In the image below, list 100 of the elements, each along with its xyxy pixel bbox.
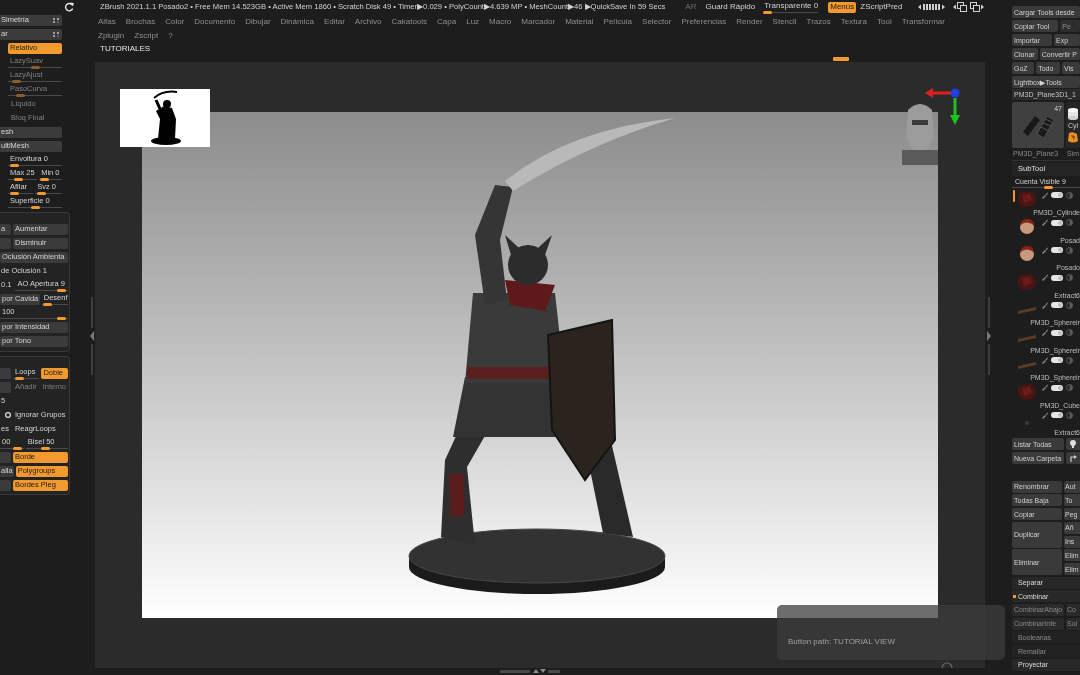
arc-icon[interactable] [941, 662, 953, 668]
slider-thumb[interactable] [40, 446, 50, 450]
half-circle-icon[interactable] [1066, 191, 1073, 199]
menu-item[interactable]: Dinámica [280, 17, 314, 26]
menu-item[interactable]: Textura [840, 17, 867, 26]
slider-thumb[interactable] [43, 302, 53, 306]
visibility-toggle[interactable] [1051, 384, 1063, 391]
bars-right-arrow-icon[interactable] [932, 4, 946, 10]
menus-toggle[interactable]: Menús [828, 1, 857, 13]
slider-track[interactable] [41, 302, 68, 306]
half-circle-icon[interactable] [1066, 274, 1073, 281]
slider-track[interactable] [15, 288, 68, 292]
quick-save-button[interactable]: Guard Rápido [705, 3, 756, 11]
subtool-thumbnail[interactable] [1016, 190, 1038, 207]
slider-track[interactable] [13, 376, 40, 380]
stacked-windows-left-icon[interactable] [953, 2, 968, 12]
stacked-windows-right-icon[interactable] [970, 2, 985, 12]
half-circle-icon[interactable] [1066, 411, 1073, 419]
brush-icon[interactable] [1041, 301, 1048, 309]
bars-left-arrow-icon[interactable] [918, 4, 932, 10]
slider-thumb[interactable] [30, 205, 40, 209]
visibility-toggle[interactable] [1051, 412, 1063, 418]
menu-item[interactable]: Macro [489, 17, 512, 26]
visibility-toggle[interactable] [1051, 329, 1063, 336]
menu-item[interactable]: Render [736, 17, 763, 26]
menu-item[interactable]: Zplugin [98, 31, 125, 40]
axis-gizmo-icon[interactable] [924, 86, 961, 126]
slider-thumb[interactable] [36, 191, 46, 195]
transparency-slider[interactable]: Transparente 0 [763, 0, 819, 14]
slider-thumb[interactable] [13, 446, 23, 450]
menu-item[interactable]: Material [565, 17, 594, 26]
tray-handle-icon[interactable] [986, 297, 992, 375]
menu-item[interactable]: Dibujar [245, 17, 271, 26]
subtool-thumbnail[interactable] [1016, 382, 1038, 400]
menu-item[interactable]: Preferencias [681, 17, 727, 26]
tray-handle-icon[interactable] [88, 297, 95, 375]
menu-item[interactable]: Color [165, 17, 185, 26]
visibility-toggle[interactable] [1051, 357, 1063, 363]
menu-item[interactable]: Archivo [354, 17, 382, 26]
menu-item[interactable]: Cakatools [391, 17, 428, 26]
slider-thumb[interactable] [1044, 185, 1054, 189]
brush-icon[interactable] [1041, 191, 1048, 199]
half-circle-icon[interactable] [1066, 246, 1073, 254]
brush-icon[interactable] [1041, 246, 1048, 254]
visibility-toggle[interactable] [1051, 219, 1063, 226]
slider-thumb[interactable] [14, 177, 24, 181]
slider-thumb[interactable] [56, 288, 66, 292]
menu-item[interactable]: Documento [194, 17, 236, 26]
menu-item[interactable]: Zscript [134, 31, 159, 40]
icon-button[interactable] [1066, 452, 1080, 465]
menu-item[interactable]: Brochas [125, 17, 156, 26]
menu-item[interactable]: Luz [466, 17, 480, 26]
brush-icon[interactable] [1041, 274, 1048, 281]
pin-icon[interactable] [53, 17, 59, 23]
subtool-thumbnail[interactable] [1016, 272, 1038, 290]
slider-track[interactable] [763, 11, 819, 14]
slider-track[interactable] [8, 205, 62, 209]
slider-thumb[interactable] [57, 316, 67, 320]
menu-item[interactable]: Trazos [806, 17, 831, 26]
refresh-icon[interactable] [64, 1, 74, 12]
menu-item[interactable]: Tool [877, 17, 892, 26]
menu-item[interactable]: Alfas [98, 17, 116, 26]
slider-thumb[interactable] [763, 11, 773, 14]
brush-icon[interactable] [1041, 356, 1048, 364]
menu-item[interactable]: Selector [642, 17, 672, 26]
slider-track[interactable] [0, 316, 68, 320]
brush-icon[interactable] [1041, 219, 1048, 226]
slider-thumb[interactable] [14, 376, 24, 380]
menu-item[interactable]: Marcador [521, 17, 556, 26]
menu-item[interactable]: Película [603, 17, 633, 26]
zscript-button[interactable]: ZScriptPred [860, 3, 903, 11]
half-circle-icon[interactable] [1066, 301, 1073, 309]
corner-arrow-icon [1069, 454, 1077, 462]
brush-icon[interactable] [1041, 329, 1048, 336]
half-circle-icon[interactable] [1066, 219, 1073, 226]
visibility-toggle[interactable] [1051, 274, 1063, 281]
menu-item[interactable]: Transformar [901, 17, 945, 26]
menu-item[interactable]: Capa [437, 17, 457, 26]
brush-icon[interactable] [1041, 384, 1048, 391]
slider-thumb[interactable] [10, 191, 20, 195]
visibility-toggle[interactable] [1051, 192, 1063, 198]
slider-thumb[interactable] [10, 163, 20, 167]
half-circle-icon[interactable] [1066, 329, 1073, 336]
menu-item[interactable]: Stencil [772, 17, 797, 26]
ring-checkbox[interactable] [5, 412, 11, 418]
menu-item[interactable]: Editar [323, 17, 345, 26]
menu-item[interactable]: ? [168, 31, 173, 40]
blob-drawing [1067, 130, 1079, 144]
slider-track[interactable] [8, 163, 62, 167]
brush-icon[interactable] [1041, 411, 1048, 419]
icon-button[interactable] [1066, 438, 1080, 451]
pin-icon[interactable] [53, 31, 59, 37]
visibility-toggle[interactable] [1051, 302, 1063, 308]
slider-thumb[interactable] [39, 177, 49, 181]
visibility-toggle[interactable] [1051, 247, 1063, 253]
tab-label[interactable]: TUTORIALES [100, 45, 151, 53]
half-circle-icon[interactable] [1066, 384, 1073, 391]
scroll-handle-icon[interactable] [500, 668, 560, 675]
slider-track[interactable] [1012, 185, 1080, 189]
half-circle-icon[interactable] [1066, 356, 1073, 364]
